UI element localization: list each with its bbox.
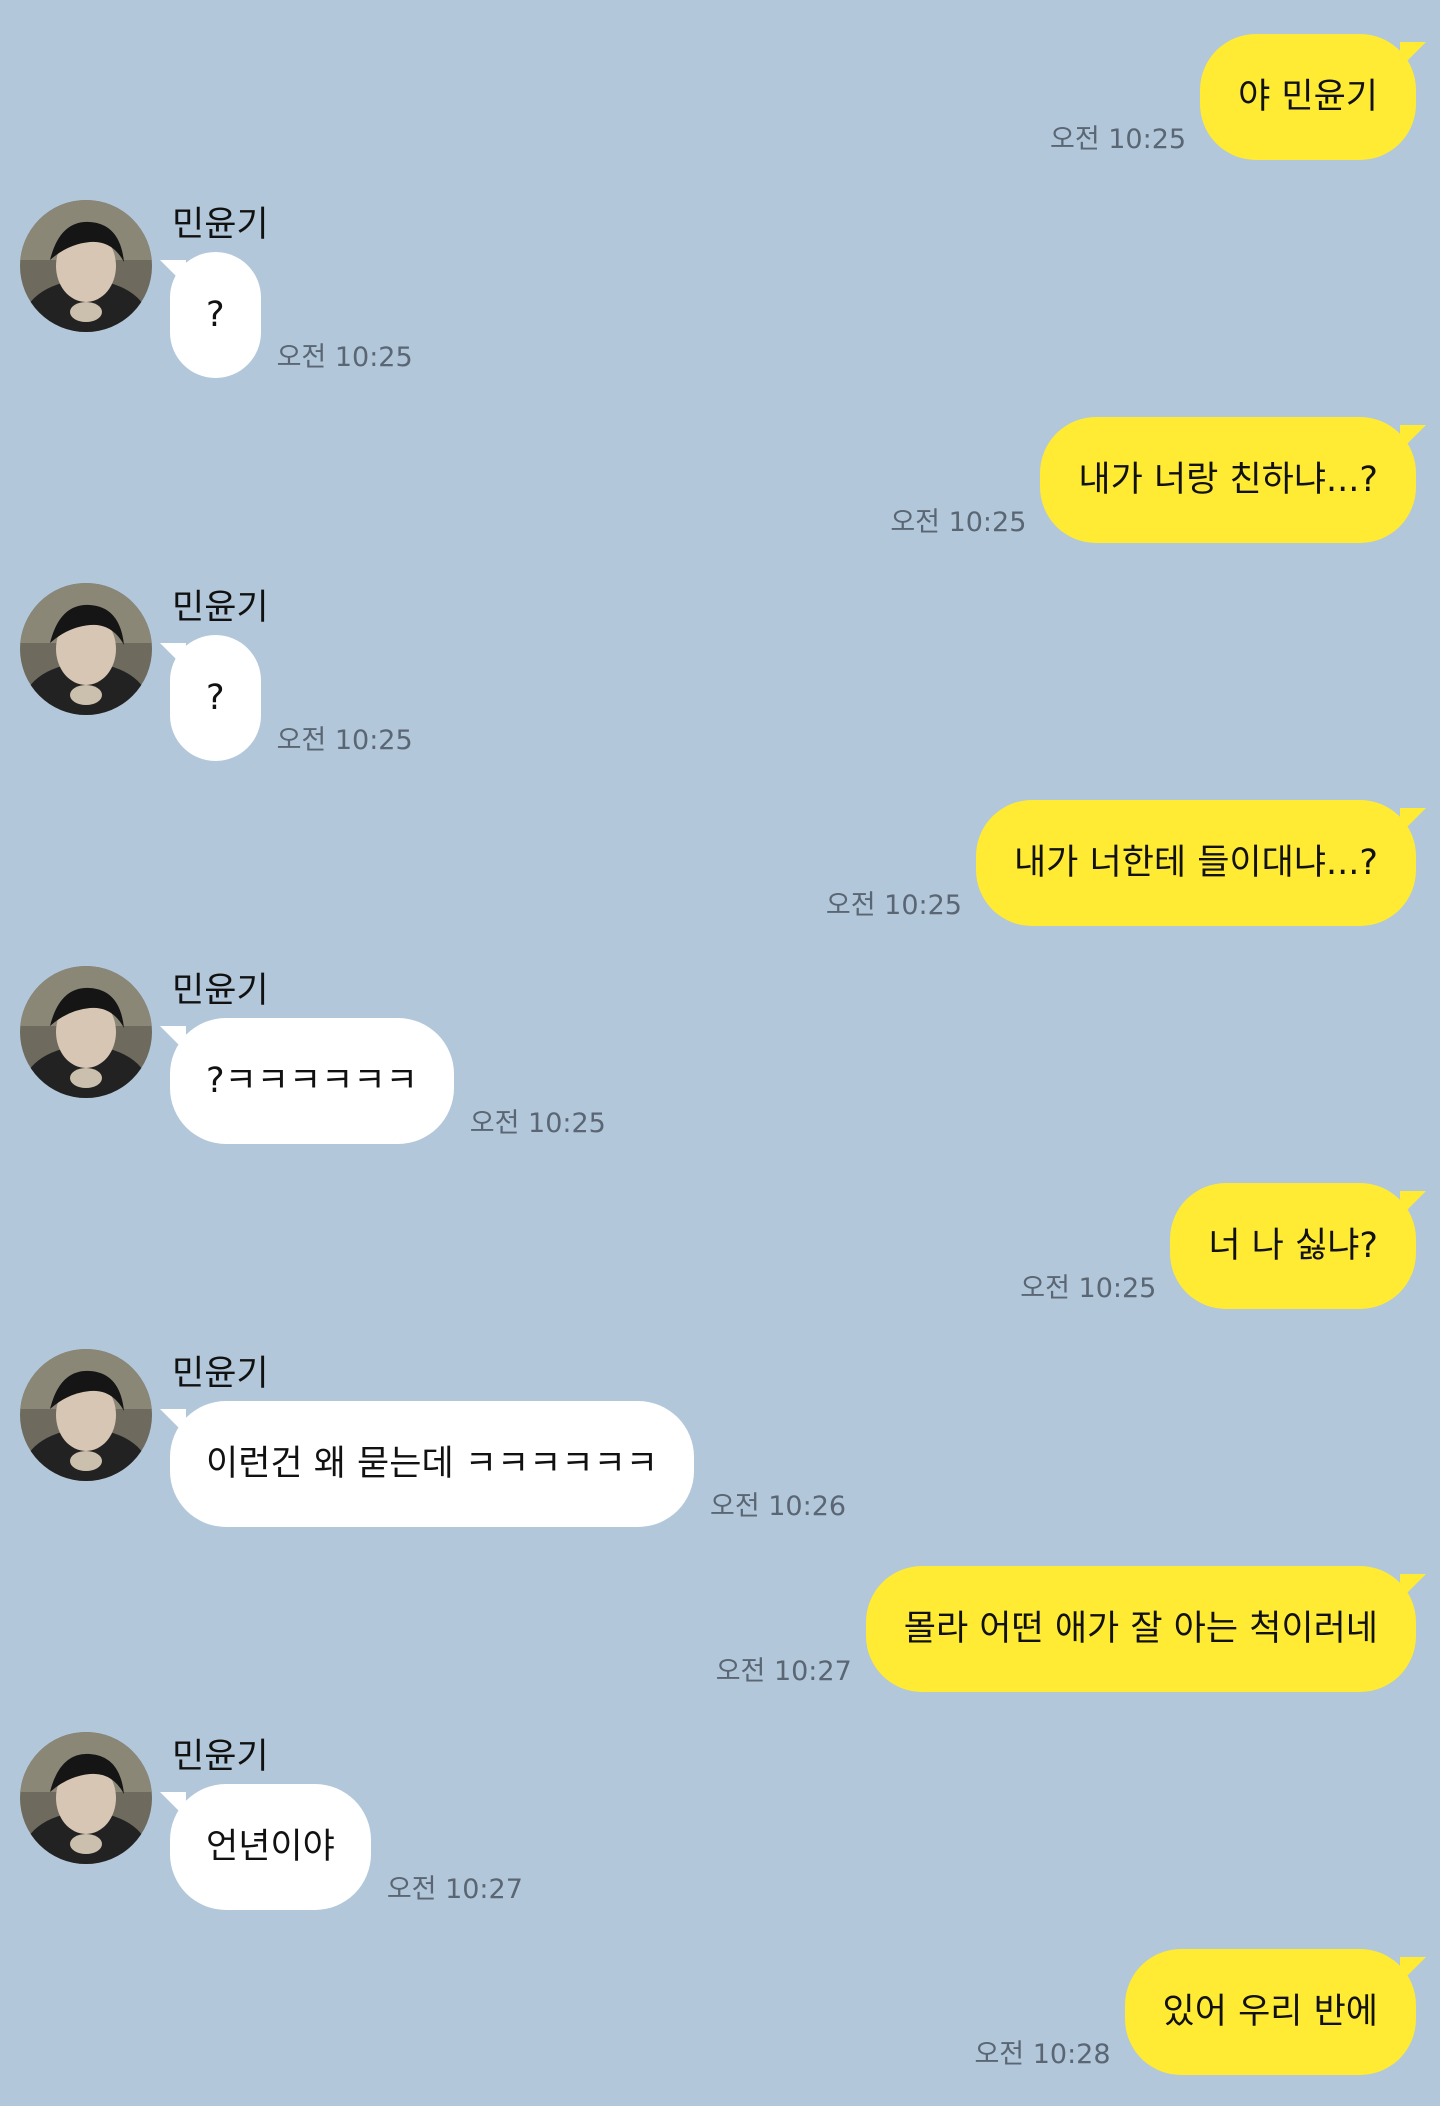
outgoing-bubble[interactable]: 내가 너랑 친하냐...?	[1040, 417, 1426, 543]
friend-avatar[interactable]	[20, 1349, 152, 1481]
outgoing-message: 오전 10:25 너 나 싫냐?	[1020, 1183, 1426, 1309]
friend-avatar[interactable]	[20, 966, 152, 1098]
bubble-tail	[1400, 425, 1426, 451]
bubble-tail	[1400, 1191, 1426, 1217]
sender-name: 민윤기	[172, 1737, 269, 1777]
friend-avatar[interactable]	[20, 200, 152, 332]
incoming-bubble[interactable]: 이런건 왜 묻는데 ㅋㅋㅋㅋㅋㅋ	[160, 1401, 694, 1527]
message-text: 너 나 싫냐?	[1208, 1226, 1378, 1266]
bubble-tail	[160, 260, 186, 286]
profile-photo-icon	[20, 966, 152, 1098]
outgoing-message: 오전 10:25 내가 너랑 친하냐...?	[890, 417, 1426, 543]
incoming-bubble[interactable]: 언년이야	[160, 1784, 371, 1910]
message-text: ?ㅋㅋㅋㅋㅋㅋ	[206, 1061, 418, 1101]
profile-photo-icon	[20, 1732, 152, 1864]
incoming-row: 이런건 왜 묻는데 ㅋㅋㅋㅋㅋㅋ 오전 10:26	[160, 1401, 847, 1527]
message-text: 내가 너랑 친하냐...?	[1078, 460, 1378, 500]
profile-photo-icon	[20, 1349, 152, 1481]
outgoing-bubble[interactable]: 몰라 어떤 애가 잘 아는 척이러네	[865, 1566, 1426, 1692]
message-timestamp: 오전 10:27	[386, 1874, 523, 1905]
message-timestamp: 오전 10:25	[1049, 124, 1187, 155]
outgoing-message: 오전 10:25 내가 너한테 들이대냐...?	[825, 800, 1426, 926]
message-timestamp: 오전 10:26	[709, 1491, 847, 1522]
friend-avatar[interactable]	[20, 583, 152, 715]
bubble-tail	[1400, 42, 1426, 68]
chat-room[interactable]: 오전 10:25 야 민윤기 민윤기 ? 오전 10:25 오전 10:25 내…	[0, 0, 1440, 2106]
outgoing-message: 오전 10:27 몰라 어떤 애가 잘 아는 척이러네	[715, 1566, 1426, 1692]
sender-name: 민윤기	[172, 971, 269, 1011]
incoming-bubble[interactable]: ?	[160, 252, 261, 378]
bubble-tail	[160, 1792, 186, 1818]
message-text: 야 민윤기	[1238, 77, 1378, 117]
message-timestamp: 오전 10:25	[276, 725, 413, 756]
message-text: 이런건 왜 묻는데 ㅋㅋㅋㅋㅋㅋ	[206, 1444, 658, 1484]
message-text: 있어 우리 반에	[1162, 1992, 1378, 2032]
profile-photo-icon	[20, 583, 152, 715]
message-text: ?	[206, 678, 225, 718]
outgoing-bubble[interactable]: 야 민윤기	[1200, 34, 1426, 160]
message-text: 언년이야	[206, 1827, 335, 1867]
sender-name: 민윤기	[172, 205, 269, 245]
incoming-bubble[interactable]: ?ㅋㅋㅋㅋㅋㅋ	[160, 1018, 454, 1144]
message-text: ?	[206, 295, 225, 335]
message-timestamp: 오전 10:28	[974, 2039, 1111, 2070]
outgoing-message: 오전 10:28 있어 우리 반에	[974, 1949, 1426, 2075]
incoming-row: ? 오전 10:25	[160, 252, 413, 378]
bubble-tail	[1400, 1574, 1426, 1600]
outgoing-bubble[interactable]: 있어 우리 반에	[1124, 1949, 1426, 2075]
outgoing-message: 오전 10:25 야 민윤기	[1049, 34, 1426, 160]
sender-name: 민윤기	[172, 588, 269, 628]
bubble-tail	[160, 1409, 186, 1435]
message-timestamp: 오전 10:25	[1020, 1273, 1157, 1304]
message-timestamp: 오전 10:25	[276, 342, 413, 373]
message-text: 내가 너한테 들이대냐...?	[1013, 843, 1378, 883]
bubble-tail	[1400, 1957, 1426, 1983]
bubble-tail	[1400, 808, 1426, 834]
message-timestamp: 오전 10:25	[825, 890, 962, 921]
outgoing-bubble[interactable]: 내가 너한테 들이대냐...?	[975, 800, 1426, 926]
profile-photo-icon	[20, 200, 152, 332]
message-timestamp: 오전 10:25	[469, 1108, 606, 1139]
message-text: 몰라 어떤 애가 잘 아는 척이러네	[903, 1609, 1378, 1649]
bubble-tail	[160, 1026, 186, 1052]
incoming-row: ? 오전 10:25	[160, 635, 413, 761]
incoming-row: ?ㅋㅋㅋㅋㅋㅋ 오전 10:25	[160, 1018, 606, 1144]
sender-name: 민윤기	[172, 1354, 269, 1394]
outgoing-bubble[interactable]: 너 나 싫냐?	[1170, 1183, 1426, 1309]
message-timestamp: 오전 10:27	[715, 1656, 852, 1687]
message-timestamp: 오전 10:25	[890, 507, 1027, 538]
friend-avatar[interactable]	[20, 1732, 152, 1864]
incoming-bubble[interactable]: ?	[160, 635, 261, 761]
bubble-tail	[160, 643, 186, 669]
incoming-row: 언년이야 오전 10:27	[160, 1784, 523, 1910]
